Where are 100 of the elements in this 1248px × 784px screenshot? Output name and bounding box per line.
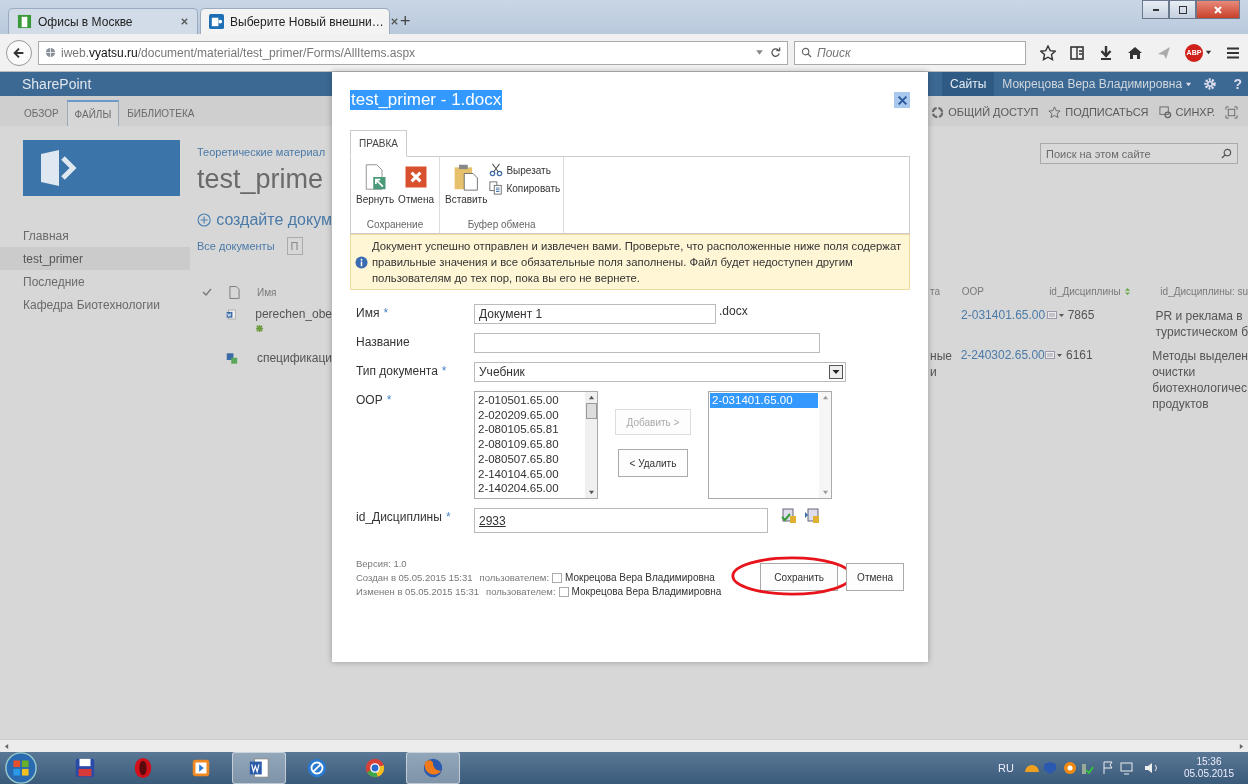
text-field[interactable]: Документ 1 — [474, 304, 716, 324]
back-button[interactable] — [6, 39, 32, 66]
user-link[interactable]: Мокрецова Вера Владимировна — [571, 585, 722, 599]
document-link[interactable]: спецификаци — [256, 351, 332, 365]
new-tab-button[interactable]: + — [392, 8, 419, 34]
column-header[interactable]: та — [930, 286, 941, 297]
modified-text: Изменен в 05.05.2015 15:31 — [356, 585, 480, 599]
reload-icon[interactable] — [770, 47, 781, 58]
brand-name: SharePoint — [21, 76, 92, 92]
scroll-down-icon[interactable] — [587, 490, 595, 495]
dialog-button[interactable]: Сохранить — [760, 563, 839, 591]
site-search-field[interactable]: Поиск на этом сайте — [1040, 143, 1238, 164]
ribbon-button[interactable]: Вернуть — [354, 161, 397, 207]
scroll-left-icon[interactable] — [4, 742, 9, 750]
table-cell: PR и реклама в туристическом б — [1155, 308, 1248, 340]
breadcrumb-link[interactable]: Теоретические материал — [197, 146, 332, 158]
word-document-icon[interactable] — [226, 307, 237, 322]
ribbon-button[interactable]: Копировать — [489, 181, 561, 195]
help-link[interactable]: ? — [1233, 76, 1242, 92]
download-icon[interactable] — [1098, 44, 1114, 61]
column-header[interactable]: id_Дисциплины — [1049, 286, 1121, 297]
search-icon[interactable] — [1221, 148, 1232, 159]
list-option[interactable]: 2-010501.65.00 — [476, 393, 584, 408]
language-indicator[interactable]: RU — [998, 762, 1014, 774]
linked-document-icon[interactable] — [226, 351, 238, 366]
scroll-right-icon[interactable] — [1239, 742, 1244, 750]
ribbon-tab[interactable]: ПРАВКА — [350, 130, 408, 157]
search-field[interactable]: Поиск — [794, 40, 1026, 65]
maximize-button[interactable] — [1169, 0, 1196, 19]
start-button[interactable] — [4, 751, 38, 784]
nav-link[interactable]: test_primer — [0, 247, 190, 270]
scroll-thumb[interactable] — [585, 403, 597, 419]
address-field[interactable]: iweb.vyatsu.ru/document/material/test_primer/Forms/AllItems.aspx — [38, 40, 788, 65]
list-option[interactable]: 2-080105.65.81 — [476, 422, 584, 438]
column-header[interactable]: id_Дисциплины: su — [1160, 286, 1248, 297]
dialog-button[interactable]: Отмена — [846, 563, 904, 591]
sync-icon — [1158, 105, 1172, 119]
ribbon-button[interactable]: Вставить — [443, 161, 490, 207]
text-field[interactable] — [474, 333, 820, 353]
focus-icon[interactable] — [1225, 105, 1238, 119]
table-link[interactable]: 2-240302.65.00 — [960, 348, 1045, 362]
check-names-icon[interactable] — [781, 508, 797, 524]
taskbar-button[interactable] — [406, 752, 460, 784]
ribbon-button[interactable]: Вырезать — [489, 163, 561, 177]
clock-time[interactable]: 15:36 — [1196, 756, 1222, 768]
close-button[interactable] — [894, 92, 910, 108]
nav-link[interactable]: Последние — [0, 270, 190, 293]
lookup-field[interactable]: 2933 — [474, 508, 768, 533]
table-link[interactable]: 2-031401.65.00 — [961, 308, 1046, 322]
nav-link[interactable]: Главная — [0, 224, 190, 247]
browse-icon[interactable] — [804, 508, 820, 524]
nav-link[interactable]: Кафедра Биотехнологии — [0, 293, 190, 316]
item-menu-icon[interactable] — [1046, 310, 1065, 320]
column-header[interactable]: OOP — [961, 286, 984, 297]
horizontal-scrollbar[interactable] — [0, 739, 1248, 752]
list-option[interactable]: 2-031401.65.00 — [710, 393, 818, 408]
list-option[interactable]: 2-140104.65.00 — [476, 466, 584, 482]
new-document-link[interactable]: создайте докум — [216, 211, 332, 229]
scroll-up-icon[interactable] — [587, 395, 595, 400]
minimize-button[interactable] — [1142, 0, 1169, 19]
list-option[interactable]: 2-080109.65.80 — [476, 437, 584, 452]
ribbon-tab[interactable]: ОБЗОР — [16, 100, 67, 125]
item-menu-icon[interactable] — [1044, 350, 1063, 360]
reading-list-icon[interactable] — [1069, 44, 1085, 61]
close-icon[interactable] — [180, 17, 189, 26]
document-link[interactable]: perechen_obe — [255, 307, 332, 321]
remove-button[interactable]: < Удалить — [618, 449, 688, 477]
view-link[interactable]: Все документы — [197, 240, 275, 252]
list-option[interactable]: 2-140204.65.00 — [476, 481, 584, 496]
ribbon-action[interactable]: ПОДПИСАТЬСЯ — [1048, 105, 1149, 119]
browser-tab[interactable]: Офисы в Москве — [8, 8, 198, 34]
ribbon-tab[interactable]: БИБЛИОТЕКА — [119, 100, 203, 125]
ribbon-button[interactable]: Отмена — [396, 161, 436, 207]
ribbon-action[interactable]: ОБЩИЙ ДОСТУП — [931, 105, 1039, 119]
caret-icon[interactable] — [754, 47, 765, 58]
taskbar-button[interactable] — [232, 752, 286, 784]
star-icon[interactable] — [1040, 44, 1056, 61]
close-icon — [896, 94, 908, 106]
list-option[interactable]: 2-080507.65.80 — [476, 451, 584, 467]
ribbon-tab[interactable]: ФАЙЛЫ — [66, 100, 120, 126]
field-label: id_Дисциплины — [356, 510, 442, 524]
sites-link[interactable]: Сайты — [942, 72, 995, 96]
letter-o-icon — [132, 757, 154, 779]
user-menu[interactable]: Мокрецова Вера Владимировна — [994, 77, 1201, 91]
list-option[interactable]: 2-020209.65.00 — [476, 407, 584, 423]
clock-date[interactable]: 05.05.2015 — [1183, 768, 1234, 780]
vertical-scrollbar[interactable] — [585, 392, 597, 498]
chosen-list[interactable]: 2-031401.65.00 — [708, 391, 832, 499]
close-button[interactable] — [1196, 0, 1240, 19]
settings-icon[interactable] — [1203, 77, 1218, 91]
user-link[interactable]: Мокрецова Вера Владимировна — [565, 571, 715, 585]
column-header[interactable]: Имя — [257, 286, 277, 298]
close-icon[interactable] — [389, 17, 399, 26]
home-icon[interactable] — [1127, 44, 1143, 61]
ribbon-action[interactable]: СИНХР. — [1158, 105, 1215, 119]
options-list[interactable]: 2-010501.65.00 2-020209.65.00 2-080105.65.81 2-080109.65.80 2-080507.65.80 2-140104.65.00 2-140204.65.00 — [474, 391, 598, 499]
dropdown[interactable]: Учебник — [474, 362, 846, 382]
add-icon[interactable] — [197, 211, 212, 229]
menu-icon[interactable] — [1225, 44, 1241, 61]
check-icon[interactable] — [202, 287, 212, 297]
